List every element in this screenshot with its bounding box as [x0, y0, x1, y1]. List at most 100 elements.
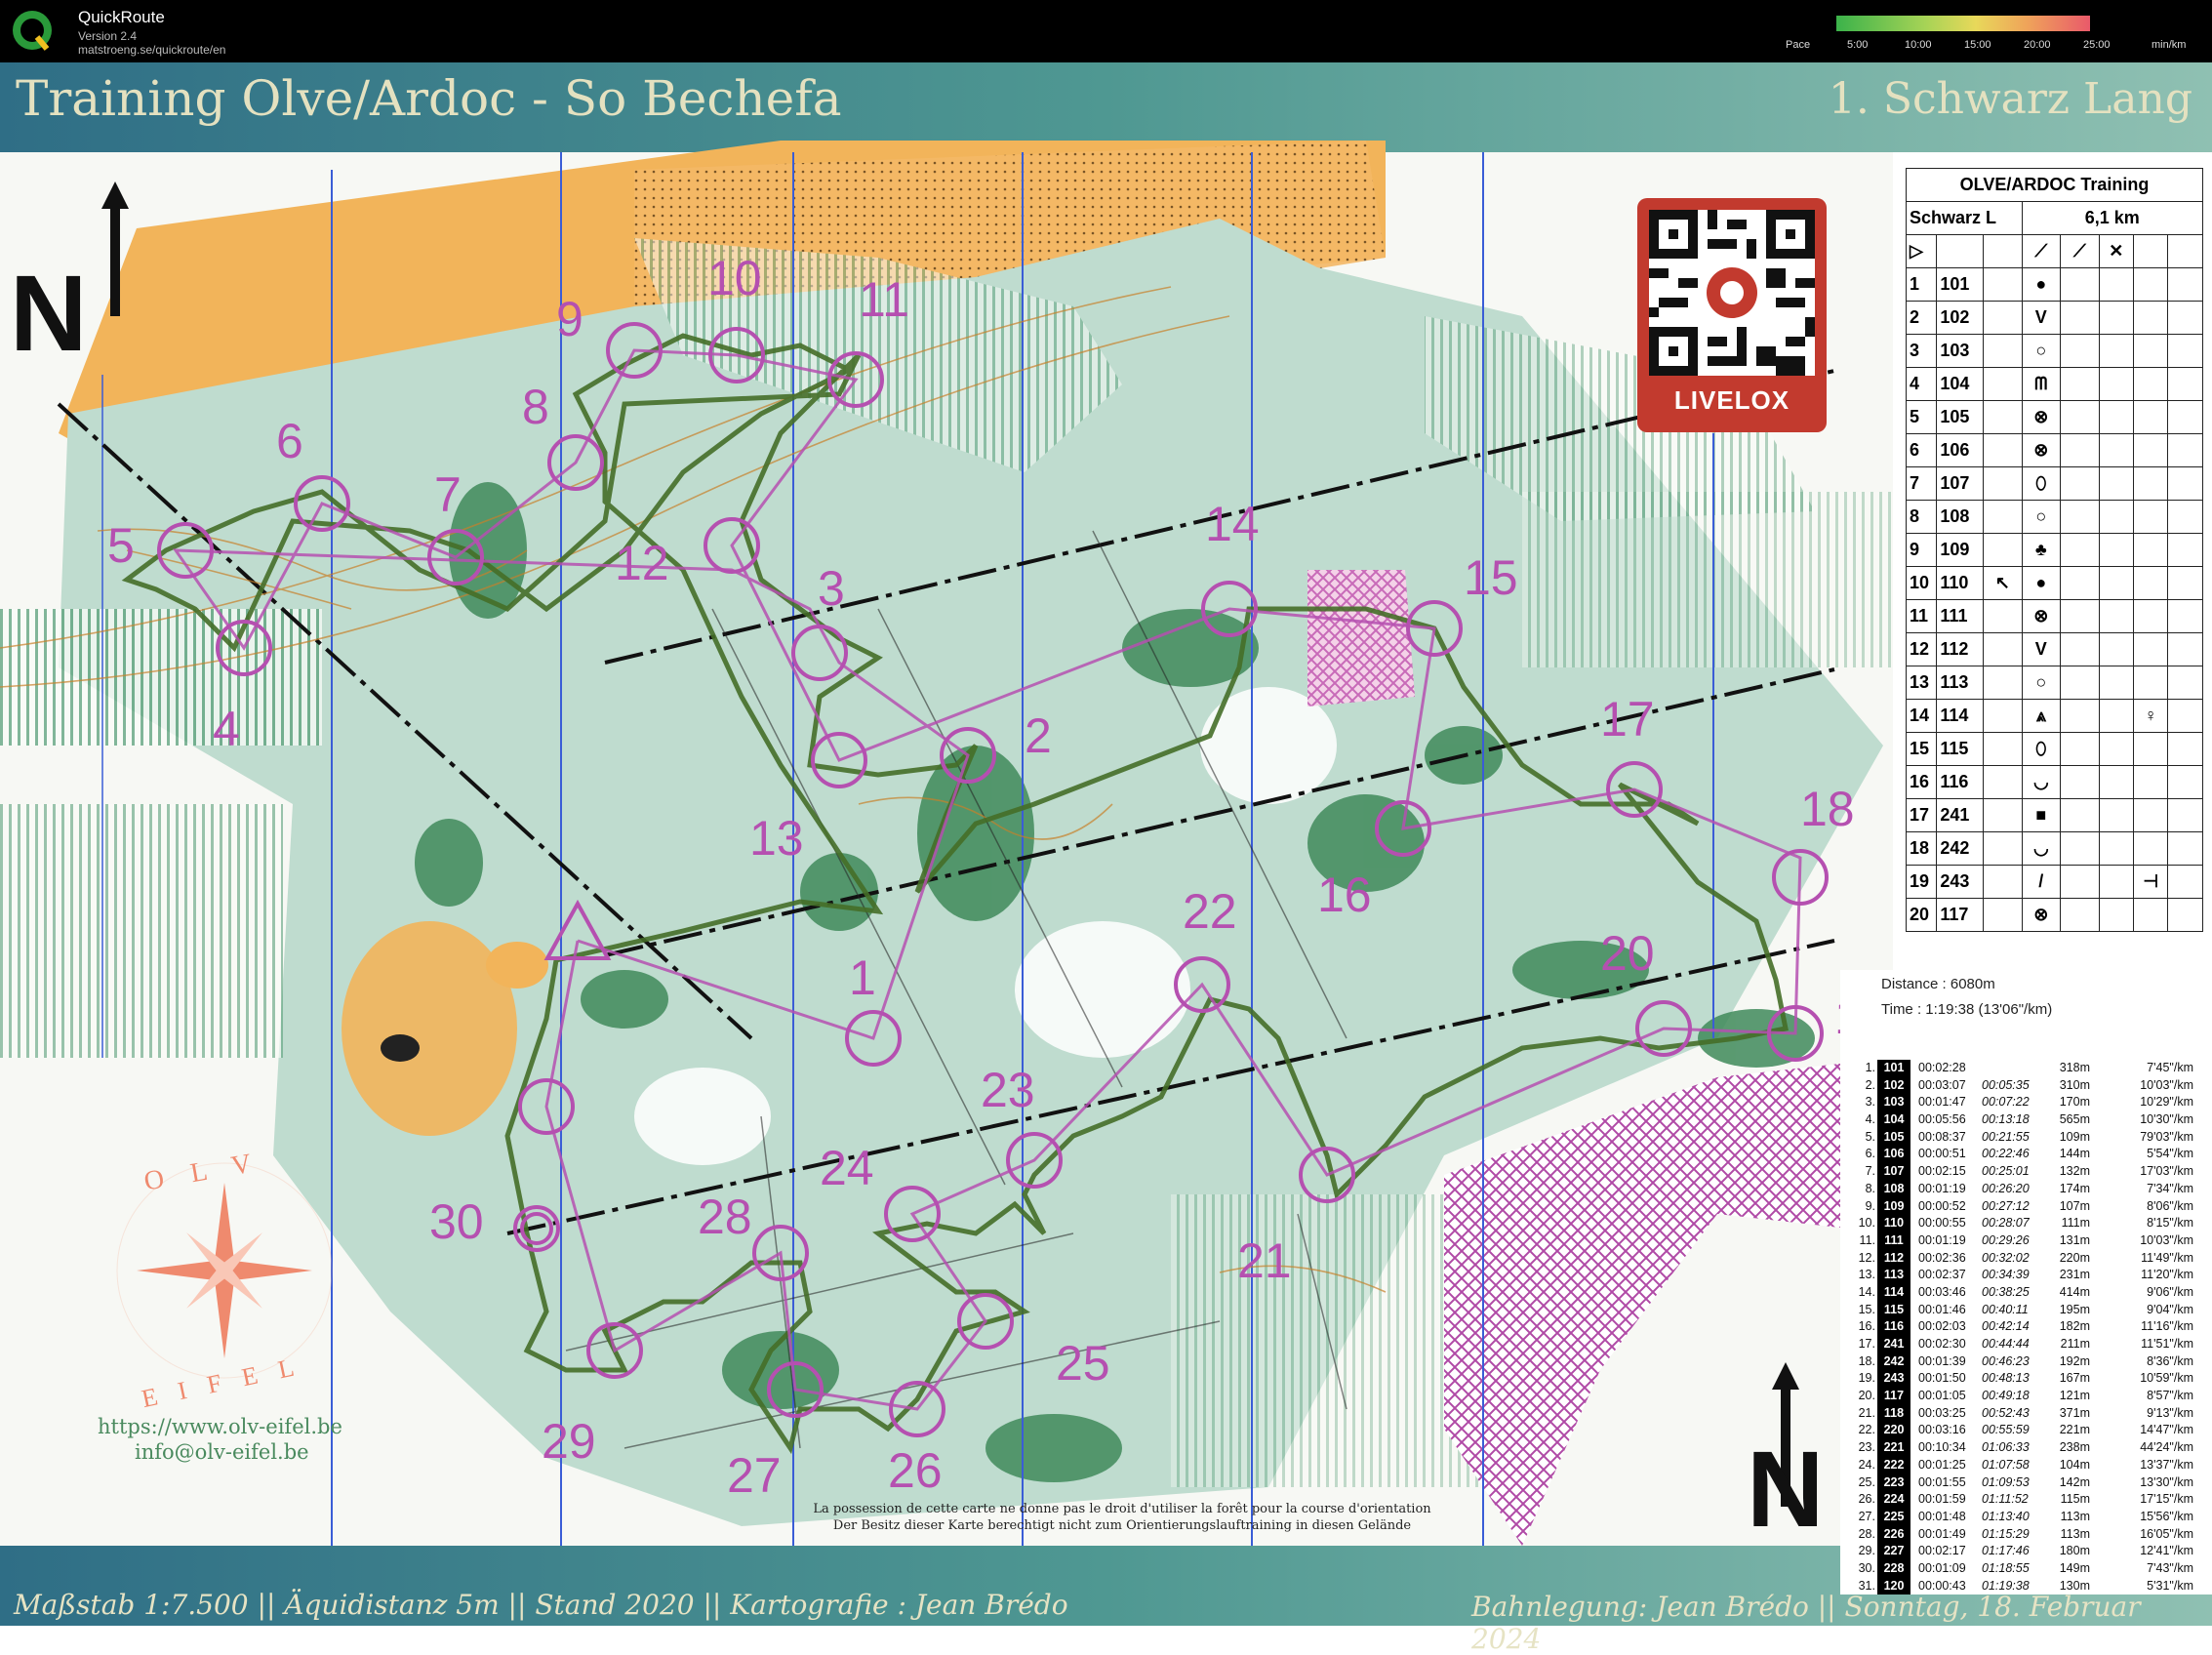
control-number: 8	[522, 380, 549, 434]
split-row[interactable]: 16. 116 00:02:03 00:42:14 182m 11'16"/km	[1840, 1318, 2212, 1337]
control-code: 105	[1936, 400, 1985, 434]
split-code: 113	[1877, 1267, 1910, 1284]
other	[2167, 632, 2203, 666]
split-time: 00:01:49	[1918, 1526, 1966, 1541]
pace-tick: 15:00	[1964, 39, 1991, 51]
description-row: 14 114 ⩓ ♀	[1905, 699, 2203, 733]
split-pace: 10'30"/km	[2140, 1112, 2193, 1127]
control-code: 104	[1936, 367, 1985, 401]
split-row[interactable]: 20. 117 00:01:05 00:49:18 121m 8'57"/km	[1840, 1388, 2212, 1405]
split-pace: 5'54"/km	[2147, 1147, 2193, 1161]
split-row[interactable]: 4. 104 00:05:56 00:13:18 565m 10'30"/km	[1840, 1111, 2212, 1129]
direction-icon	[1983, 400, 2023, 434]
split-code: 226	[1877, 1525, 1910, 1544]
location-icon	[2133, 831, 2169, 866]
split-row[interactable]: 12. 112 00:02:36 00:32:02 220m 11'49"/km	[1840, 1249, 2212, 1268]
split-time: 00:10:34	[1918, 1440, 1966, 1455]
split-row[interactable]: 22. 220 00:03:16 00:55:59 221m 14'47"/km	[1840, 1422, 2212, 1440]
split-row[interactable]: 10. 110 00:00:55 00:28:07 111m 8'15"/km	[1840, 1215, 2212, 1232]
split-index: 24.	[1858, 1457, 1875, 1472]
club-email-link[interactable]: info@olv-eifel.be	[135, 1440, 309, 1464]
split-row[interactable]: 24. 222 00:01:25 01:07:58 104m 13'37"/km	[1840, 1456, 2212, 1474]
split-code: 111	[1877, 1231, 1910, 1250]
split-row[interactable]: 7. 107 00:02:15 00:25:01 132m 17'03"/km	[1840, 1163, 2212, 1181]
split-row[interactable]: 11. 111 00:01:19 00:29:26 131m 10'03"/km	[1840, 1231, 2212, 1250]
split-row[interactable]: 31. 120 00:00:43 01:19:38 130m 5'31"/km	[1840, 1577, 2212, 1595]
feature-icon: ⊗	[2021, 433, 2062, 467]
split-distance: 107m	[2059, 1198, 2090, 1213]
control-number: 20	[1905, 898, 1938, 932]
control-number: 4	[1905, 367, 1938, 401]
split-row[interactable]: 8. 108 00:01:19 00:26:20 174m 7'34"/km	[1840, 1180, 2212, 1198]
other	[2167, 400, 2203, 434]
control-number: 9	[1905, 533, 1938, 567]
appearance	[2060, 798, 2100, 832]
direction-icon	[1983, 831, 2023, 866]
feature-icon: ᗰ	[2021, 367, 2062, 401]
split-index: 23.	[1858, 1440, 1875, 1455]
split-row[interactable]: 23. 221 00:10:34 01:06:33 238m 44'24"/km	[1840, 1439, 2212, 1457]
split-pace: 11'20"/km	[2141, 1268, 2193, 1282]
split-row[interactable]: 30. 228 00:01:09 01:18:55 149m 7'43"/km	[1840, 1559, 2212, 1578]
split-index: 19.	[1858, 1371, 1875, 1386]
control-number: 15	[1905, 732, 1938, 766]
split-row[interactable]: 21. 118 00:03:25 00:52:43 371m 9'13"/km	[1840, 1404, 2212, 1423]
split-row[interactable]: 1. 101 00:02:28 318m 7'45"/km	[1840, 1060, 2212, 1077]
split-row[interactable]: 2. 102 00:03:07 00:05:35 310m 10'03"/km	[1840, 1076, 2212, 1095]
split-pace: 8'06"/km	[2147, 1198, 2193, 1213]
split-row[interactable]: 6. 106 00:00:51 00:22:46 144m 5'54"/km	[1840, 1146, 2212, 1164]
control-code: 243	[1936, 865, 1985, 899]
split-row[interactable]: 27. 225 00:01:48 01:13:40 113m 15'56"/km	[1840, 1508, 2212, 1526]
split-row[interactable]: 25. 223 00:01:55 01:09:53 142m 13'30"/km	[1840, 1473, 2212, 1492]
split-row[interactable]: 18. 242 00:01:39 00:46:23 192m 8'36"/km	[1840, 1352, 2212, 1371]
split-row[interactable]: 29. 227 00:02:17 01:17:46 180m 12'41"/km	[1840, 1543, 2212, 1560]
control-number: 1	[1905, 267, 1938, 302]
split-row[interactable]: 14. 114 00:03:46 00:38:25 414m 9'06"/km	[1840, 1283, 2212, 1302]
app-url[interactable]: matstroeng.se/quickroute/en	[78, 43, 225, 57]
control-number: 2	[1025, 708, 1052, 763]
control-number: 15	[1464, 550, 1518, 605]
split-row[interactable]: 19. 243 00:01:50 00:48:13 167m 10'59"/km	[1840, 1370, 2212, 1389]
split-time: 00:01:09	[1918, 1560, 1966, 1575]
split-row[interactable]: 9. 109 00:00:52 00:27:12 107m 8'06"/km	[1840, 1197, 2212, 1216]
split-pace: 12'41"/km	[2140, 1544, 2193, 1558]
direction-icon	[1983, 267, 2023, 302]
location-icon	[2133, 732, 2169, 766]
split-row[interactable]: 17. 241 00:02:30 00:44:44 211m 11'51"/km	[1840, 1336, 2212, 1353]
control-number: 26	[888, 1443, 943, 1498]
appearance	[2060, 765, 2100, 799]
control-number: 11	[859, 272, 909, 327]
split-row[interactable]: 3. 103 00:01:47 00:07:22 170m 10'29"/km	[1840, 1094, 2212, 1112]
appearance	[2060, 400, 2100, 434]
feature-icon: ◡	[2021, 831, 2062, 866]
dimension	[2098, 632, 2135, 666]
location-icon	[2133, 632, 2169, 666]
split-row[interactable]: 5. 105 00:08:37 00:21:55 109m 79'03"/km	[1840, 1128, 2212, 1147]
split-index: 20.	[1858, 1389, 1875, 1403]
split-distance: 195m	[2059, 1302, 2090, 1316]
pace-tick: 25:00	[2083, 39, 2111, 51]
split-pace: 7'45"/km	[2147, 1061, 2193, 1074]
club-url-link[interactable]: https://www.olv-eifel.be	[98, 1415, 342, 1438]
location-icon: ⊣	[2133, 865, 2169, 899]
control-number: 16	[1905, 765, 1938, 799]
direction-icon	[1983, 599, 2023, 633]
control-number: 7	[1905, 466, 1938, 501]
split-row[interactable]: 13. 113 00:02:37 00:34:39 231m 11'20"/km	[1840, 1267, 2212, 1284]
split-pace: 79'03"/km	[2140, 1129, 2193, 1144]
split-cumulative: 00:46:23	[1982, 1353, 2030, 1368]
control-number: 10	[707, 251, 762, 305]
dimension	[2098, 433, 2135, 467]
description-row: 9 109 ♣	[1905, 533, 2203, 567]
split-pace: 9'04"/km	[2147, 1302, 2193, 1316]
split-distance: 144m	[2059, 1147, 2090, 1161]
split-row[interactable]: 26. 224 00:01:59 01:11:52 115m 17'15"/km	[1840, 1491, 2212, 1509]
split-row[interactable]: 28. 226 00:01:49 01:15:29 113m 16'05"/km	[1840, 1525, 2212, 1544]
split-cumulative: 01:06:33	[1982, 1440, 2030, 1455]
livelox-qr-code[interactable]: LIVELOX	[1637, 198, 1827, 432]
split-time: 00:00:43	[1918, 1578, 1966, 1593]
split-row[interactable]: 15. 115 00:01:46 00:40:11 195m 9'04"/km	[1840, 1301, 2212, 1319]
description-row: 18 242 ◡	[1905, 831, 2203, 866]
feature-icon: ⊗	[2021, 400, 2062, 434]
location-icon	[2133, 566, 2169, 600]
